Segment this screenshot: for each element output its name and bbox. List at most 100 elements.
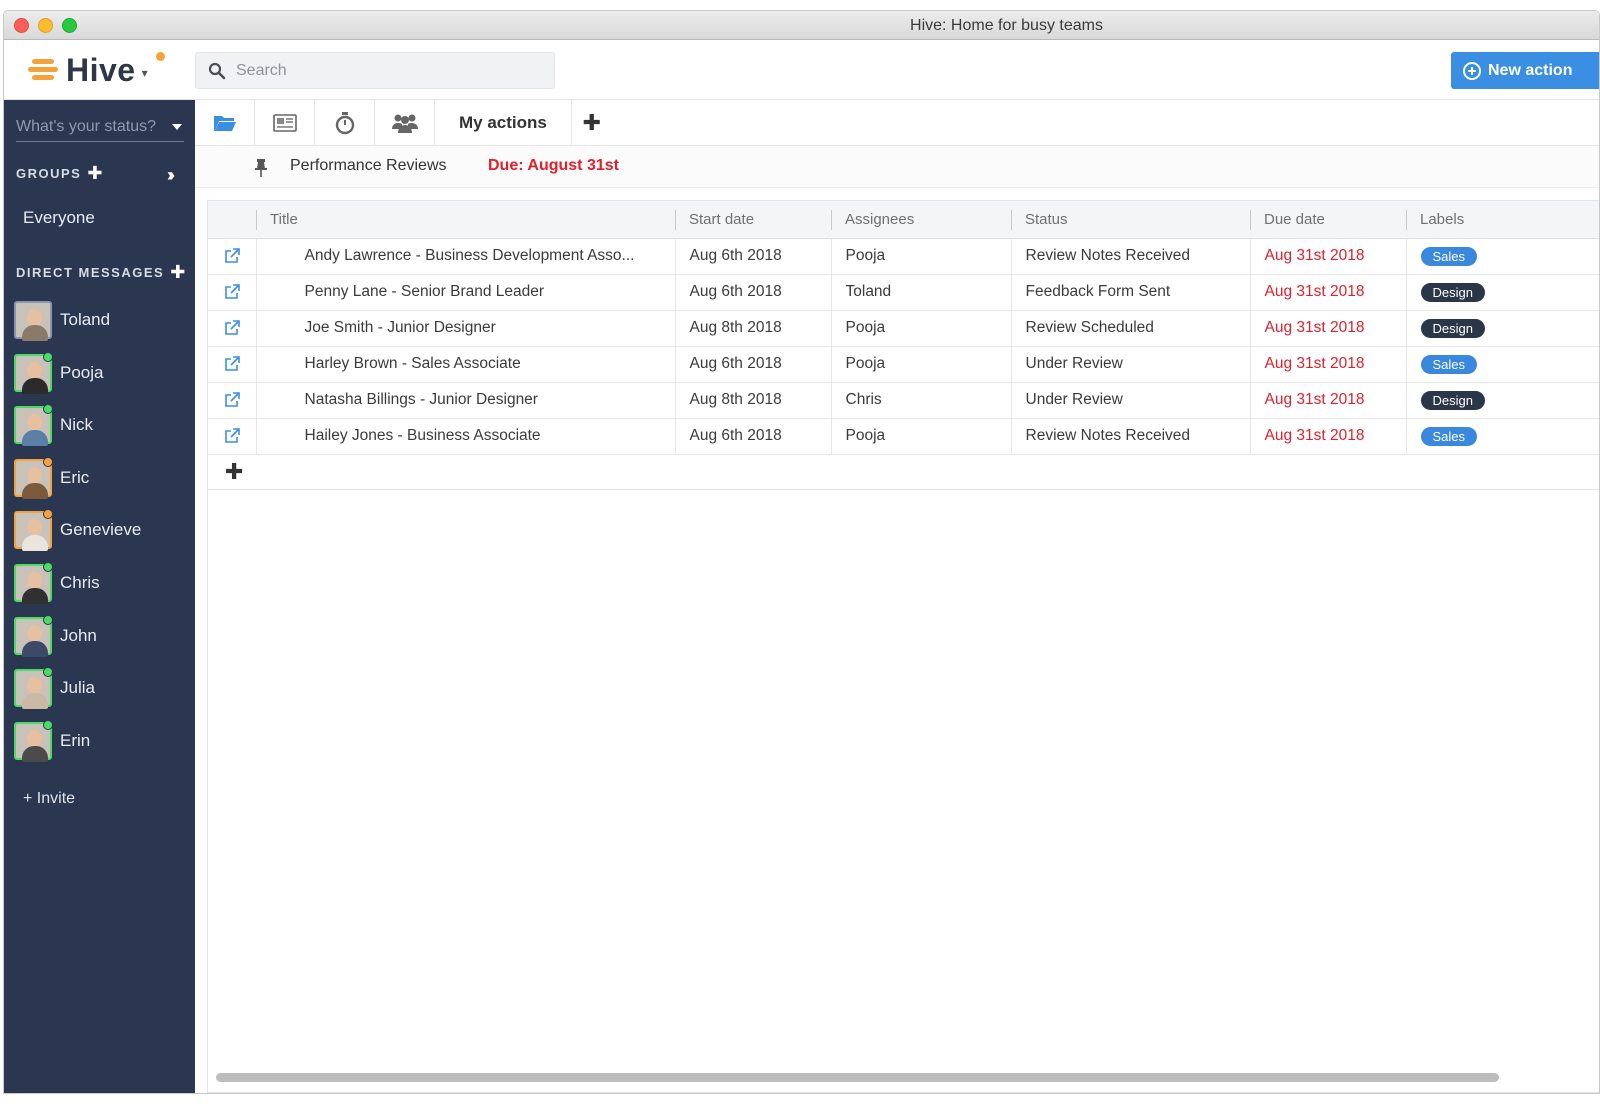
- dm-item-pooja[interactable]: Pooja: [14, 351, 103, 394]
- external-link-icon[interactable]: [224, 392, 240, 408]
- hive-logo[interactable]: Hive ▾: [28, 50, 165, 90]
- horizontal-scrollbar[interactable]: [216, 1073, 1499, 1082]
- open-action-cell[interactable]: [208, 346, 256, 383]
- cell-due-date[interactable]: Aug 31st 2018: [1249, 346, 1406, 383]
- presence-indicator: [43, 509, 53, 520]
- dm-item-nick[interactable]: Nick: [14, 404, 93, 447]
- table-row[interactable]: Hailey Jones - Business Associate Aug 6th…: [208, 418, 1599, 455]
- add-view-button[interactable]: ✚: [572, 100, 612, 146]
- cell-due-date[interactable]: Aug 31st 2018: [1249, 310, 1406, 347]
- add-group-icon[interactable]: ✚: [87, 164, 104, 182]
- table-row[interactable]: Penny Lane - Senior Brand Leader Aug 6th …: [208, 274, 1599, 311]
- cell-start-date[interactable]: Aug 6th 2018: [674, 418, 831, 455]
- search-input[interactable]: [236, 61, 536, 80]
- external-link-icon[interactable]: [224, 356, 240, 372]
- header-title[interactable]: Title: [256, 201, 675, 239]
- invite-link[interactable]: + Invite: [23, 790, 75, 808]
- header-labels[interactable]: Labels: [1406, 201, 1599, 239]
- cell-assignee[interactable]: Chris: [830, 382, 1011, 419]
- external-link-icon[interactable]: [224, 320, 240, 336]
- external-link-icon[interactable]: [224, 428, 240, 444]
- open-action-cell[interactable]: [208, 310, 256, 347]
- dm-item-julia[interactable]: Julia: [14, 667, 95, 710]
- cell-title[interactable]: Andy Lawrence - Business Development Ass…: [255, 238, 675, 275]
- cell-assignee[interactable]: Toland: [830, 274, 1011, 311]
- tab-timesheet[interactable]: [315, 100, 375, 146]
- open-action-cell[interactable]: [208, 274, 256, 311]
- open-action-cell[interactable]: [208, 418, 256, 455]
- header-link-column: [208, 201, 256, 239]
- add-action-row[interactable]: ✚: [208, 455, 1599, 490]
- cell-status[interactable]: Feedback Form Sent: [1010, 274, 1250, 311]
- search-box[interactable]: [195, 52, 555, 89]
- status-selector[interactable]: What's your status?: [16, 112, 184, 142]
- add-dm-icon[interactable]: ✚: [170, 263, 187, 281]
- tab-my-actions[interactable]: My actions: [435, 100, 572, 146]
- cell-due-date[interactable]: Aug 31st 2018: [1249, 274, 1406, 311]
- header-due-date[interactable]: Due date: [1250, 201, 1406, 239]
- cell-assignee[interactable]: Pooja: [830, 418, 1011, 455]
- table-row[interactable]: Harley Brown - Sales Associate Aug 6th 20…: [208, 346, 1599, 383]
- cell-status[interactable]: Review Notes Received: [1010, 238, 1250, 275]
- dm-item-toland[interactable]: Toland: [14, 300, 110, 341]
- cell-status[interactable]: Review Notes Received: [1010, 418, 1250, 455]
- label-badge[interactable]: Sales: [1420, 246, 1478, 266]
- cell-due-date[interactable]: Aug 31st 2018: [1249, 238, 1406, 275]
- cell-labels[interactable]: Sales: [1405, 238, 1599, 275]
- cell-assignee[interactable]: Pooja: [830, 238, 1011, 275]
- cell-assignee[interactable]: Pooja: [830, 346, 1011, 383]
- table-row[interactable]: Andy Lawrence - Business Development Ass…: [208, 238, 1599, 275]
- label-badge[interactable]: Sales: [1420, 426, 1478, 446]
- open-action-cell[interactable]: [208, 238, 256, 275]
- cell-title[interactable]: Penny Lane - Senior Brand Leader: [255, 274, 675, 311]
- tab-team[interactable]: [375, 100, 435, 146]
- cell-due-date[interactable]: Aug 31st 2018: [1249, 382, 1406, 419]
- cell-labels[interactable]: Sales: [1405, 346, 1599, 383]
- tab-projects[interactable]: [195, 100, 255, 146]
- label-badge[interactable]: Design: [1420, 318, 1485, 338]
- header-start-date[interactable]: Start date: [675, 201, 831, 239]
- cell-start-date[interactable]: Aug 6th 2018: [674, 238, 831, 275]
- dm-item-john[interactable]: John: [14, 614, 97, 657]
- dm-item-erin[interactable]: Erin: [14, 719, 90, 762]
- cell-start-date[interactable]: Aug 6th 2018: [674, 274, 831, 311]
- group-item-everyone[interactable]: Everyone: [23, 208, 95, 228]
- cell-start-date[interactable]: Aug 8th 2018: [674, 310, 831, 347]
- header-status[interactable]: Status: [1011, 201, 1250, 239]
- cell-status[interactable]: Under Review: [1010, 346, 1250, 383]
- cell-title[interactable]: Natasha Billings - Junior Designer: [255, 382, 675, 419]
- cell-labels[interactable]: Design: [1405, 382, 1599, 419]
- expand-chevrons-icon[interactable]: ››: [167, 165, 175, 186]
- cell-labels[interactable]: Design: [1405, 310, 1599, 347]
- external-link-icon[interactable]: [224, 284, 240, 300]
- cell-labels[interactable]: Design: [1405, 274, 1599, 311]
- cell-title[interactable]: Joe Smith - Junior Designer: [255, 310, 675, 347]
- pinned-project-title[interactable]: Performance Reviews: [290, 157, 447, 175]
- cell-due-date[interactable]: Aug 31st 2018: [1249, 418, 1406, 455]
- dm-item-genevieve[interactable]: Genevieve: [14, 509, 141, 552]
- label-badge[interactable]: Sales: [1420, 354, 1478, 374]
- cell-assignee[interactable]: Pooja: [830, 310, 1011, 347]
- dm-item-eric[interactable]: Eric: [14, 456, 89, 499]
- new-action-button[interactable]: New action: [1451, 52, 1599, 89]
- tab-feed[interactable]: [255, 100, 315, 146]
- cell-start-date[interactable]: Aug 6th 2018: [674, 346, 831, 383]
- label-badge[interactable]: Design: [1420, 390, 1485, 410]
- open-action-cell[interactable]: [208, 382, 256, 419]
- label-badge[interactable]: Design: [1420, 282, 1485, 302]
- chevron-down-icon[interactable]: ▾: [142, 66, 148, 80]
- cell-title[interactable]: Harley Brown - Sales Associate: [255, 346, 675, 383]
- external-link-icon[interactable]: [224, 248, 240, 264]
- table-row[interactable]: Joe Smith - Junior Designer Aug 8th 2018 P…: [208, 310, 1599, 347]
- presence-indicator: [43, 404, 53, 415]
- cell-status[interactable]: Review Scheduled: [1010, 310, 1250, 347]
- table-row[interactable]: Natasha Billings - Junior Designer Aug 8t…: [208, 382, 1599, 419]
- cell-status[interactable]: Under Review: [1010, 382, 1250, 419]
- pin-icon[interactable]: [254, 158, 268, 178]
- cell-title[interactable]: Hailey Jones - Business Associate: [255, 418, 675, 455]
- sidebar: What's your status? GROUPS ✚ ›› Everyone…: [4, 100, 195, 1093]
- header-assignees[interactable]: Assignees: [831, 201, 1011, 239]
- dm-item-chris[interactable]: Chris: [14, 562, 100, 604]
- cell-labels[interactable]: Sales: [1405, 418, 1599, 455]
- cell-start-date[interactable]: Aug 8th 2018: [674, 382, 831, 419]
